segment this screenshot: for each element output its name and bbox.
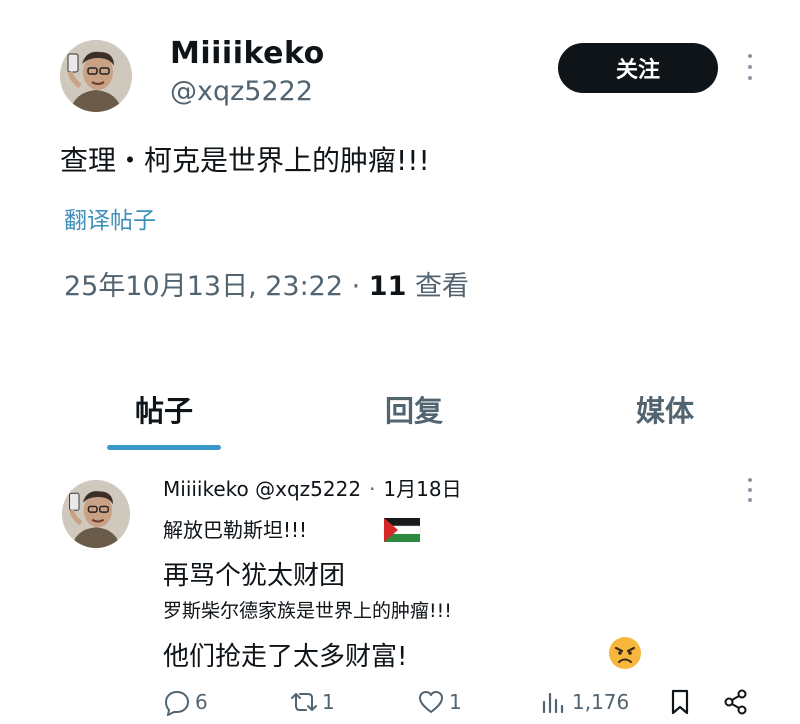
like-count: 1	[449, 690, 462, 714]
views-label: 查看	[406, 271, 469, 302]
reply-icon	[164, 690, 190, 716]
display-name[interactable]: Miiiikeko	[170, 36, 325, 71]
reply-button[interactable]: 6	[163, 688, 208, 716]
post-text: 查理・柯克是世界上的肿瘤!!!	[60, 144, 430, 177]
views-count-reply: 1,176	[572, 690, 630, 714]
reply-line: 再骂个犹太财团	[163, 561, 346, 591]
reply-line: 解放巴勒斯坦!!!	[163, 518, 308, 542]
reply-line: 他们抢走了太多财富!	[163, 642, 408, 672]
follow-button[interactable]: 关注	[558, 43, 718, 93]
reply-header: Miiiikeko @xqz5222 · 1月18日	[163, 473, 462, 502]
angry-face-icon	[609, 637, 641, 669]
views-button[interactable]: 1,176	[540, 688, 629, 716]
analytics-icon	[542, 692, 564, 714]
tab-replies[interactable]: 回复	[385, 388, 443, 430]
reply-avatar[interactable]	[62, 480, 130, 548]
palestine-flag-icon	[383, 518, 421, 542]
reply-date[interactable]: 1月18日	[383, 477, 461, 501]
views-count: 11	[368, 271, 407, 302]
heart-icon	[419, 691, 443, 713]
reply-display-name[interactable]: Miiiikeko	[163, 477, 249, 501]
tab-media[interactable]: 媒体	[636, 388, 694, 430]
bookmark-button[interactable]	[666, 688, 694, 716]
retweet-count: 1	[322, 690, 335, 714]
active-tab-indicator	[107, 445, 221, 450]
post-timestamp: 25年10月13日, 23:22 ·	[64, 271, 369, 302]
profile-tabs: 帖子 回复 媒体	[0, 380, 800, 450]
retweet-icon	[291, 693, 317, 711]
share-icon	[724, 689, 747, 715]
reply-handle[interactable]: @xqz5222	[255, 477, 361, 501]
bookmark-icon	[671, 689, 689, 715]
reply-more-options-icon[interactable]	[745, 478, 755, 502]
translate-post-link[interactable]: 翻译帖子	[64, 201, 156, 235]
avatar[interactable]	[60, 40, 132, 112]
like-button[interactable]: 1	[417, 688, 462, 716]
post-meta: 25年10月13日, 23:22 · 11 查看	[64, 264, 469, 303]
share-button[interactable]	[722, 688, 750, 716]
reply-count: 6	[195, 690, 208, 714]
reply-line: 罗斯柴尔德家族是世界上的肿瘤!!!	[163, 600, 452, 622]
tab-posts[interactable]: 帖子	[135, 388, 193, 430]
user-handle[interactable]: @xqz5222	[170, 76, 313, 107]
reply-separator: ·	[369, 477, 376, 501]
retweet-button[interactable]: 1	[290, 688, 335, 716]
more-options-icon[interactable]	[745, 54, 755, 80]
